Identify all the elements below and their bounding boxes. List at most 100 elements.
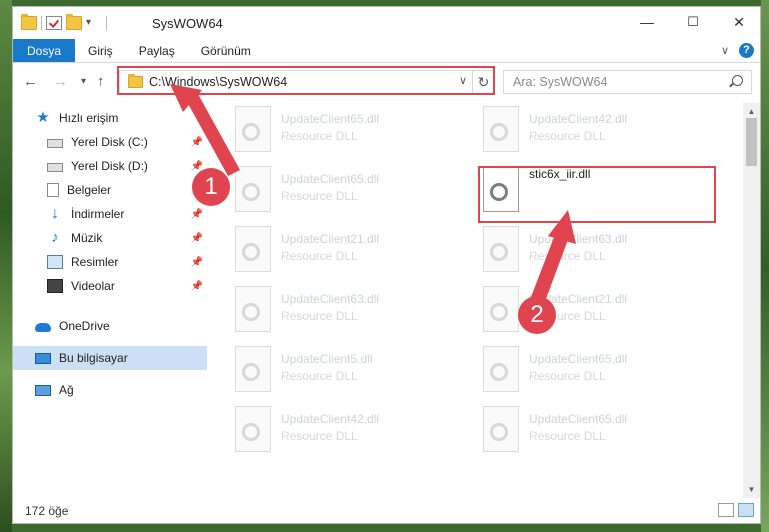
file-name: UpdateClient63.dll (281, 292, 380, 306)
new-folder-icon[interactable] (66, 14, 82, 30)
music-icon: ♪ (51, 229, 59, 246)
gear-icon (242, 243, 260, 261)
disk-icon (47, 139, 63, 148)
pin-icon[interactable]: 📌 (191, 137, 203, 148)
folder-icon (21, 14, 37, 30)
vertical-scrollbar[interactable]: ▲ ▼ (743, 103, 760, 498)
search-icon[interactable] (732, 75, 743, 86)
file-item[interactable]: UpdateClient65.dll Resource DLL (457, 403, 687, 459)
step-1-badge: 1 (192, 168, 230, 206)
desktop-background-left (0, 0, 12, 532)
gear-icon (490, 303, 508, 321)
file-type: Resource DLL (529, 249, 606, 263)
file-item[interactable]: UpdateClient63.dll Resource DLL (457, 223, 687, 279)
title-bar: ▾ SysWOW64 — ☐ ✕ (13, 7, 760, 39)
toolbar-separator (41, 16, 42, 30)
tab-dosya[interactable]: Dosya (13, 39, 76, 62)
file-type: Resource DLL (281, 129, 358, 143)
desktop-background-right (761, 0, 769, 532)
large-icons-view-icon[interactable] (738, 503, 754, 517)
sidebar-item-music[interactable]: ♪ Müzik 📌 (13, 226, 207, 250)
dll-file-icon (483, 286, 519, 332)
search-placeholder[interactable]: Ara: SysWOW64 (513, 75, 607, 89)
close-button[interactable]: ✕ (716, 7, 760, 39)
gear-icon (242, 423, 260, 441)
pin-icon[interactable]: 📌 (191, 281, 203, 292)
quick-access-toolbar: ▾ (21, 14, 107, 30)
back-arrow-icon[interactable]: ← (23, 73, 38, 90)
gear-icon (242, 363, 260, 381)
recent-locations-icon[interactable]: ▾ (81, 76, 86, 87)
address-highlight-box (117, 66, 495, 95)
sidebar-item-label: Ağ (59, 383, 74, 397)
sidebar-item-label: İndirmeler (71, 207, 125, 221)
gear-icon (490, 423, 508, 441)
gear-icon (242, 183, 260, 201)
sidebar-item-videos[interactable]: Videolar 📌 (13, 274, 207, 298)
toolbar-separator (106, 16, 107, 30)
file-name: UpdateClient42.dll (529, 112, 628, 126)
ribbon-tabs: Dosya Giriş Paylaş Görünüm ∨ ? (13, 39, 760, 63)
gear-icon (490, 363, 508, 381)
file-item[interactable]: UpdateClient65.dll Resource DLL (209, 103, 439, 159)
file-name: UpdateClient65.dll (529, 412, 628, 426)
gear-icon (242, 303, 260, 321)
file-type: Resource DLL (281, 309, 358, 323)
customize-toolbar-icon[interactable]: ▾ (86, 16, 102, 30)
file-item[interactable]: UpdateClient65.dll Resource DLL (457, 343, 687, 399)
sidebar-item-this-pc[interactable]: Bu bilgisayar (13, 346, 207, 370)
sidebar-item-label: Yerel Disk (C:) (71, 135, 148, 149)
pictures-icon (47, 255, 63, 269)
file-type: Resource DLL (529, 429, 606, 443)
pin-icon[interactable]: 📌 (191, 209, 203, 220)
sidebar-item-label: Hızlı erişim (59, 111, 119, 125)
details-view-icon[interactable] (718, 503, 734, 517)
dll-file-icon (235, 226, 271, 272)
file-item[interactable]: UpdateClient5.dll Resource DLL (209, 343, 439, 399)
dll-file-icon (235, 106, 271, 152)
sidebar-item-onedrive[interactable]: OneDrive (13, 314, 207, 338)
file-item[interactable]: UpdateClient21.dll Resource DLL (209, 223, 439, 279)
maximize-button[interactable]: ☐ (670, 7, 716, 39)
dll-file-icon (483, 406, 519, 452)
sidebar-item-downloads[interactable]: ↓ İndirmeler 📌 (13, 202, 207, 226)
pin-icon[interactable]: 📌 (191, 233, 203, 244)
search-box[interactable]: Ara: SysWOW64 (503, 70, 752, 94)
sidebar-item-label: Yerel Disk (D:) (71, 159, 148, 173)
navigation-pane: ★ Hızlı erişim Yerel Disk (C:) 📌 Yerel D… (13, 103, 207, 498)
tab-giris[interactable]: Giriş (75, 39, 126, 62)
scroll-down-icon[interactable]: ▼ (743, 481, 760, 498)
status-bar: 172 öğe (13, 498, 760, 523)
sidebar-item-local-disk-c[interactable]: Yerel Disk (C:) 📌 (13, 130, 207, 154)
file-item[interactable]: UpdateClient63.dll Resource DLL (209, 283, 439, 339)
file-type: Resource DLL (529, 369, 606, 383)
network-icon (35, 384, 51, 396)
tab-paylas[interactable]: Paylaş (126, 39, 188, 62)
tab-gorunum[interactable]: Görünüm (188, 39, 264, 62)
file-name: UpdateClient65.dll (281, 172, 380, 186)
file-item[interactable]: UpdateClient42.dll Resource DLL (457, 103, 687, 159)
file-name: UpdateClient65.dll (281, 112, 380, 126)
sidebar-item-pictures[interactable]: Resimler 📌 (13, 250, 207, 274)
sidebar-item-local-disk-d[interactable]: Yerel Disk (D:) 📌 (13, 154, 207, 178)
chevron-down-icon[interactable]: ∨ (721, 44, 729, 57)
sidebar-item-label: OneDrive (59, 319, 110, 333)
pin-icon[interactable]: 📌 (191, 257, 203, 268)
file-name: UpdateClient42.dll (281, 412, 380, 426)
videos-icon (47, 279, 63, 293)
sidebar-item-documents[interactable]: Belgeler 📌 (13, 178, 207, 202)
download-icon: ↓ (51, 205, 59, 222)
sidebar-item-quick-access[interactable]: ★ Hızlı erişim (13, 106, 207, 130)
file-item[interactable]: UpdateClient21.dll Resource DLL (457, 283, 687, 339)
file-item[interactable]: UpdateClient65.dll Resource DLL (209, 163, 439, 219)
scrollbar-thumb[interactable] (746, 118, 757, 166)
dll-file-icon (483, 346, 519, 392)
file-item[interactable]: UpdateClient42.dll Resource DLL (209, 403, 439, 459)
help-icon[interactable]: ? (739, 43, 754, 58)
minimize-button[interactable]: — (624, 7, 670, 39)
forward-arrow-icon[interactable]: → (53, 73, 68, 90)
window-title: SysWOW64 (152, 16, 223, 31)
up-arrow-icon[interactable]: ↑ (97, 73, 105, 90)
properties-icon[interactable] (46, 16, 62, 30)
sidebar-item-network[interactable]: Ağ (13, 378, 207, 402)
